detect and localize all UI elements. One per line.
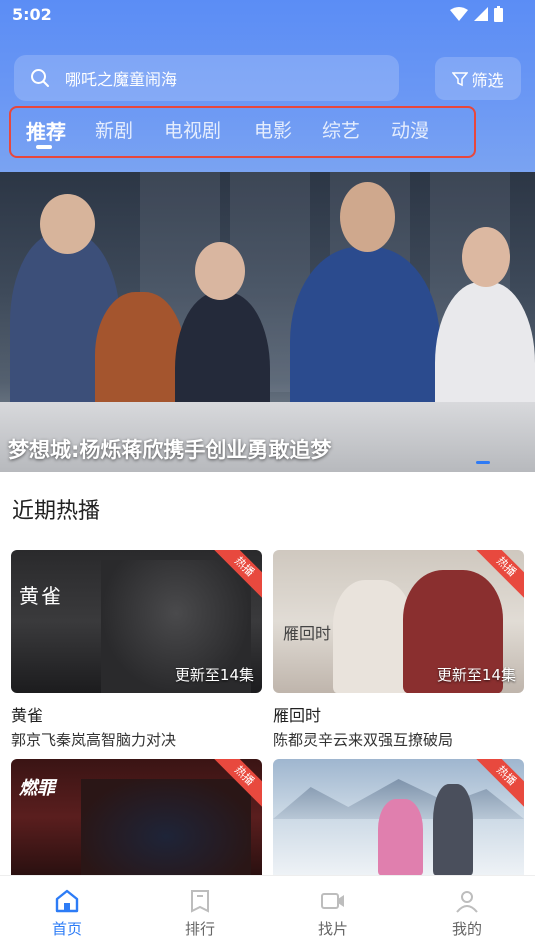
ranking-icon xyxy=(191,890,209,913)
tab-movie[interactable]: 电影 xyxy=(254,116,292,143)
tab-indicator xyxy=(36,145,52,149)
tab-recommend[interactable]: 推荐 xyxy=(26,116,66,145)
nav-label: 首页 xyxy=(51,920,82,938)
poster-art xyxy=(81,779,251,875)
status-time: 5:02 xyxy=(12,5,52,24)
nav-label: 找片 xyxy=(317,920,348,938)
banner-page-indicator xyxy=(476,461,490,464)
poster-logo: 燃罪 xyxy=(19,778,55,799)
nav-profile[interactable]: 我的 xyxy=(437,888,497,939)
filter-button[interactable]: 筛选 xyxy=(435,57,521,100)
status-bar: 5:02 xyxy=(0,0,535,30)
bottom-nav: 首页 排行 找片 我的 xyxy=(0,875,535,951)
section-title: 近期热播 xyxy=(12,499,101,524)
poster-art xyxy=(378,799,423,875)
home-icon xyxy=(55,889,79,913)
signal-icon xyxy=(474,7,488,21)
tab-tv-series[interactable]: 电视剧 xyxy=(164,116,221,143)
video-icon xyxy=(321,893,344,909)
update-status: 更新至14集 xyxy=(174,666,254,684)
header: 5:02 哪吒之魔童闹海 筛选 推荐 新剧 电视剧 电影 综艺 动漫 xyxy=(0,0,535,172)
banner-figure-head xyxy=(195,242,245,300)
wifi-icon xyxy=(450,7,468,21)
show-poster: 热播 xyxy=(273,759,524,875)
nav-label: 我的 xyxy=(451,920,482,938)
nav-ranking[interactable]: 排行 xyxy=(170,888,230,939)
poster-logo: 黄雀 xyxy=(19,584,63,608)
show-subtitle: 陈都灵辛云来双强互撩破局 xyxy=(273,731,454,749)
banner-figure-head xyxy=(462,227,510,287)
poster-art xyxy=(333,580,413,693)
show-card[interactable]: 黄雀 热播 更新至14集 黄雀 郭京飞秦岚高智脑力对决 xyxy=(11,550,262,750)
battery-icon xyxy=(494,6,503,22)
show-title: 雁回时 xyxy=(273,706,322,725)
search-bar[interactable]: 哪吒之魔童闹海 xyxy=(14,55,399,101)
tab-new-drama[interactable]: 新剧 xyxy=(95,116,133,143)
show-subtitle: 郭京飞秦岚高智脑力对决 xyxy=(11,731,177,749)
nav-label: 排行 xyxy=(184,920,215,938)
banner-carousel[interactable]: 梦想城:杨烁蒋欣携手创业勇敢追梦 xyxy=(0,172,535,472)
tab-anime[interactable]: 动漫 xyxy=(391,116,429,143)
show-card[interactable]: 雁回时 热播 更新至14集 雁回时 陈都灵辛云来双强互撩破局 xyxy=(273,550,524,750)
show-title: 黄雀 xyxy=(11,706,44,725)
search-placeholder: 哪吒之魔童闹海 xyxy=(65,70,178,89)
update-status: 更新至14集 xyxy=(436,666,516,684)
banner-caption: 梦想城:杨烁蒋欣携手创业勇敢追梦 xyxy=(8,438,332,462)
banner-figure-head xyxy=(40,194,95,254)
show-poster: 黄雀 热播 更新至14集 xyxy=(11,550,262,693)
profile-icon xyxy=(456,891,478,913)
nav-home[interactable]: 首页 xyxy=(37,888,97,939)
poster-logo: 雁回时 xyxy=(283,624,332,643)
poster-art xyxy=(433,784,473,875)
show-poster: 雁回时 热播 更新至14集 xyxy=(273,550,524,693)
banner-figure-head xyxy=(340,182,395,252)
show-card[interactable]: 热播 xyxy=(273,759,524,875)
search-icon xyxy=(31,69,49,87)
status-icons xyxy=(450,6,503,22)
filter-icon xyxy=(452,71,469,86)
tab-variety[interactable]: 综艺 xyxy=(322,116,360,143)
show-card[interactable]: 燃罪 热播 xyxy=(11,759,262,875)
nav-find[interactable]: 找片 xyxy=(303,888,363,939)
show-poster: 燃罪 热播 xyxy=(11,759,262,875)
filter-label: 筛选 xyxy=(471,70,504,90)
